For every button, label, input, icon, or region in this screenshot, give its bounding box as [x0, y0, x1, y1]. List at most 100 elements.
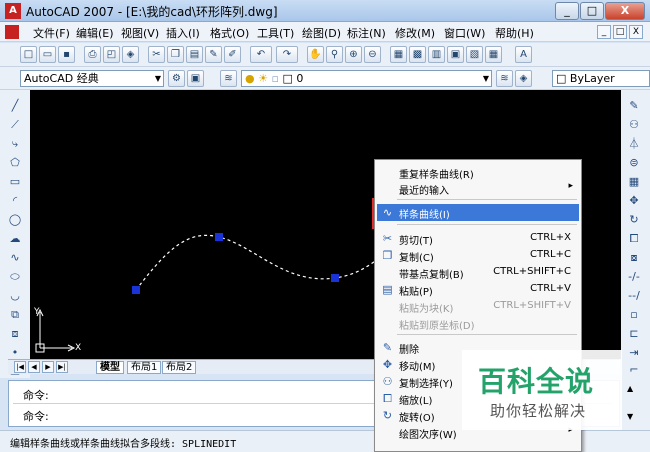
print-icon[interactable]: ⎙: [84, 46, 101, 63]
trim-icon[interactable]: -/-: [625, 268, 643, 285]
properties-icon[interactable]: ▦: [390, 46, 407, 63]
undo-icon[interactable]: ↶: [250, 46, 272, 63]
menu-view[interactable]: 视图(V): [121, 25, 159, 41]
menu-item-recent-input[interactable]: 最近的输入 ▸: [377, 180, 579, 197]
menu-insert[interactable]: 插入(I): [166, 25, 200, 41]
join-icon[interactable]: ⇥: [625, 344, 643, 361]
save-icon[interactable]: ▪: [58, 46, 75, 63]
menu-format[interactable]: 格式(O): [210, 25, 249, 41]
menu-draw[interactable]: 绘图(D): [302, 25, 341, 41]
close-button[interactable]: X: [605, 2, 645, 20]
menu-edit[interactable]: 编辑(E): [76, 25, 114, 41]
erase-icon[interactable]: ✎: [625, 97, 643, 114]
menu-help[interactable]: 帮助(H): [495, 25, 534, 41]
zoom-realtime-icon[interactable]: ⚲: [326, 46, 343, 63]
arc-icon[interactable]: ◜: [6, 192, 24, 209]
tab-model[interactable]: 模型: [96, 361, 124, 374]
zoom-previous-icon[interactable]: ⊖: [364, 46, 381, 63]
make-current-layer-icon[interactable]: ≋: [496, 70, 513, 87]
move-icon[interactable]: ✥: [625, 192, 643, 209]
calculator-icon[interactable]: ▦: [485, 46, 502, 63]
workspace-save-icon[interactable]: ▣: [187, 70, 204, 87]
menu-item-copy-base-point[interactable]: 带基点复制(B) CTRL+SHIFT+C: [377, 264, 579, 281]
text-style-icon[interactable]: A: [515, 46, 532, 63]
mirror-icon[interactable]: ⏃: [625, 135, 643, 152]
menu-item-paste[interactable]: ▤ 粘贴(P) CTRL+V: [377, 281, 579, 298]
doc-restore-button[interactable]: □: [613, 25, 627, 39]
polygon-icon[interactable]: ⬠: [6, 154, 24, 171]
circle-icon[interactable]: ◯: [6, 211, 24, 228]
matchprop-icon[interactable]: ✐: [224, 46, 241, 63]
menu-window[interactable]: 窗口(W): [444, 25, 485, 41]
menu-item-spline[interactable]: ∿ 样条曲线(I): [377, 204, 579, 221]
chamfer-icon[interactable]: ⊏: [625, 325, 643, 342]
zoom-window-icon[interactable]: ⊕: [345, 46, 362, 63]
menu-item-repeat-spline[interactable]: 重复样条曲线(R): [377, 164, 579, 181]
redo-icon[interactable]: ↷: [276, 46, 298, 63]
menu-item-copy[interactable]: ❐ 复制(C) CTRL+C: [377, 247, 579, 264]
menu-item-label: 剪切(T): [399, 236, 433, 247]
rotate-icon[interactable]: ↻: [625, 211, 643, 228]
fillet-icon[interactable]: ⌐: [625, 361, 643, 378]
menu-modify[interactable]: 修改(M): [395, 25, 435, 41]
scroll-up-icon[interactable]: ▲: [627, 384, 633, 393]
layer-previous-icon[interactable]: ◈: [515, 70, 532, 87]
next-tab-button[interactable]: ▶: [42, 361, 54, 373]
polyline-icon[interactable]: ⤷: [6, 135, 24, 152]
menu-item-cut[interactable]: ✂ 剪切(T) CTRL+X: [377, 230, 579, 247]
command-input-line[interactable]: 命令:: [23, 408, 49, 424]
new-icon[interactable]: □: [20, 46, 37, 63]
designcenter-icon[interactable]: ▩: [409, 46, 426, 63]
paste-icon[interactable]: ▤: [186, 46, 203, 63]
autocad-app-icon[interactable]: A: [5, 3, 21, 19]
line-icon[interactable]: ╱: [6, 97, 24, 114]
insert-block-icon[interactable]: ⧉: [6, 306, 24, 323]
tab-layout1[interactable]: 布局1: [127, 361, 162, 374]
revcloud-icon[interactable]: ☁: [6, 230, 24, 247]
first-tab-button[interactable]: |◀: [14, 361, 26, 373]
toolpalettes-icon[interactable]: ▥: [428, 46, 445, 63]
doc-minimize-button[interactable]: _: [597, 25, 611, 39]
layer-dropdown[interactable]: ● ☀ ▫ □ 0 ▼: [241, 70, 492, 87]
menu-tools[interactable]: 工具(T): [257, 25, 294, 41]
rectangle-icon[interactable]: ▭: [6, 173, 24, 190]
preview-icon[interactable]: ◰: [103, 46, 120, 63]
color-dropdown[interactable]: □ ByLayer: [552, 70, 650, 87]
doc-close-button[interactable]: X: [629, 25, 643, 39]
workspace-settings-icon[interactable]: ⚙: [168, 70, 185, 87]
make-block-icon[interactable]: ⧈: [6, 325, 24, 342]
ucs-icon: [35, 308, 76, 353]
offset-icon[interactable]: ⊜: [625, 154, 643, 171]
menu-dimension[interactable]: 标注(N): [347, 25, 386, 41]
brush-icon[interactable]: ✎: [205, 46, 222, 63]
sheetset-icon[interactable]: ▣: [447, 46, 464, 63]
maximize-button[interactable]: □: [580, 2, 604, 20]
document-icon[interactable]: [5, 25, 19, 39]
construction-line-icon[interactable]: ⟋: [6, 116, 24, 133]
copy-object-icon[interactable]: ⚇: [625, 116, 643, 133]
open-icon[interactable]: ▭: [39, 46, 56, 63]
spline-icon[interactable]: ∿: [6, 249, 24, 266]
workspace-dropdown[interactable]: AutoCAD 经典 ▼: [20, 70, 164, 87]
markup-icon[interactable]: ▧: [466, 46, 483, 63]
chevron-down-icon: ▼: [482, 74, 489, 83]
scroll-down-icon[interactable]: ▼: [627, 412, 633, 421]
layer-manager-icon[interactable]: ≋: [220, 70, 237, 87]
scale-icon[interactable]: ⧠: [625, 230, 643, 247]
ellipse-arc-icon[interactable]: ◡: [6, 287, 24, 304]
ellipse-icon[interactable]: ⬭: [6, 268, 24, 285]
tab-layout2[interactable]: 布局2: [162, 361, 197, 374]
minimize-button[interactable]: _: [555, 2, 579, 20]
break-icon[interactable]: ▫: [625, 306, 643, 323]
last-tab-button[interactable]: ▶|: [56, 361, 68, 373]
prev-tab-button[interactable]: ◀: [28, 361, 40, 373]
copy-icon[interactable]: ❐: [167, 46, 184, 63]
menu-file[interactable]: 文件(F): [33, 25, 70, 41]
stretch-icon[interactable]: ⧇: [625, 249, 643, 266]
move-icon: ✥: [382, 358, 393, 371]
pan-icon[interactable]: ✋: [307, 46, 324, 63]
array-icon[interactable]: ▦: [625, 173, 643, 190]
cut-icon[interactable]: ✂: [148, 46, 165, 63]
extend-icon[interactable]: --/: [625, 287, 643, 304]
publish-icon[interactable]: ◈: [122, 46, 139, 63]
